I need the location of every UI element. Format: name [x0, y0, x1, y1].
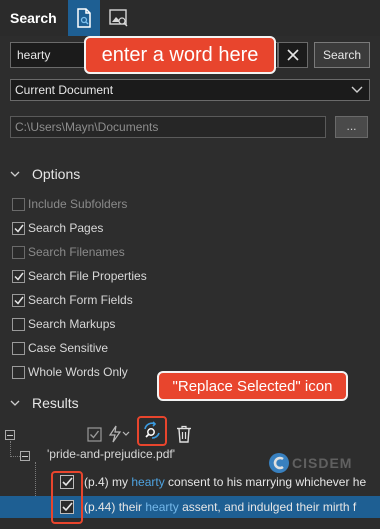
option-search-file-properties[interactable]: Search File Properties: [12, 267, 147, 285]
result-match: hearty: [131, 475, 165, 489]
panel-header: [0, 0, 380, 36]
result-text: (p.4) my hearty consent to his marrying …: [84, 475, 366, 489]
checkbox[interactable]: [12, 317, 25, 331]
result-page: (p.44): [84, 500, 116, 514]
result-before: my: [108, 475, 132, 489]
option-whole-words-only[interactable]: Whole Words Only: [12, 363, 128, 381]
cisdem-logo-icon: [269, 453, 289, 473]
checkbox-highlight-box: [51, 471, 83, 524]
collapse-all-toggle[interactable]: [5, 430, 15, 440]
result-after: consent to his marrying whichever he: [164, 475, 367, 489]
option-search-markups[interactable]: Search Markups: [12, 315, 115, 333]
checkbox[interactable]: [12, 221, 25, 235]
delete-results-button[interactable]: [174, 424, 194, 444]
results-heading-label: Results: [32, 395, 79, 411]
option-label: Search Markups: [28, 317, 116, 331]
checkbox[interactable]: [12, 341, 25, 355]
check-all-button[interactable]: [84, 424, 104, 444]
scope-select[interactable]: Current Document: [10, 79, 370, 101]
option-search-pages[interactable]: Search Pages: [12, 219, 103, 237]
document-search-icon: [77, 8, 91, 28]
checkmark-icon: [13, 224, 24, 233]
watermark-text: CISDEM: [292, 455, 353, 471]
checkbox[interactable]: [12, 293, 25, 307]
close-icon: [287, 49, 299, 61]
checkmark-icon: [13, 296, 24, 305]
option-label: Search Form Fields: [28, 293, 133, 307]
tab-image-search[interactable]: [108, 7, 130, 29]
results-heading[interactable]: Results: [10, 395, 79, 411]
chevron-down-icon: [351, 86, 363, 93]
result-after: assent, and indulged their mirth f: [178, 500, 357, 514]
option-include-subfolders[interactable]: Include Subfolders: [12, 195, 127, 213]
checkbox[interactable]: [12, 269, 25, 283]
options-heading[interactable]: Options: [10, 166, 80, 182]
checkbox[interactable]: [12, 245, 25, 259]
option-label: Case Sensitive: [28, 341, 109, 355]
option-label: Include Subfolders: [28, 197, 128, 211]
option-label: Search Pages: [28, 221, 104, 235]
panel-title: Search: [10, 10, 57, 26]
result-text: (p.44) their hearty assent, and indulged…: [84, 500, 356, 514]
result-before: their: [115, 500, 146, 514]
search-button[interactable]: Search: [314, 42, 370, 68]
callout-replace-selected: "Replace Selected" icon: [157, 371, 348, 401]
replace-options-button[interactable]: [107, 424, 133, 444]
trash-icon: [177, 425, 191, 443]
callout-enter-word: enter a word here: [84, 36, 276, 74]
folder-path-input[interactable]: C:\Users\Mayn\Documents: [10, 116, 326, 138]
replace-search-icon: [144, 421, 160, 439]
option-label: Search File Properties: [28, 269, 147, 283]
result-match: hearty: [145, 500, 179, 514]
tree-connector: [10, 441, 11, 457]
option-search-form-fields[interactable]: Search Form Fields: [12, 291, 133, 309]
lightning-dropdown-icon: [108, 425, 130, 443]
option-label: Whole Words Only: [28, 365, 128, 379]
checkbox[interactable]: [12, 365, 25, 379]
options-heading-label: Options: [32, 166, 81, 182]
replace-selected-button[interactable]: [137, 416, 167, 446]
clear-search-button[interactable]: [278, 42, 308, 68]
result-page: (p.4): [84, 475, 109, 489]
tab-document-search[interactable]: [68, 0, 100, 36]
browse-button[interactable]: ...: [335, 116, 368, 138]
scope-selected-value: Current Document: [15, 83, 114, 97]
checkmark-icon: [13, 272, 24, 281]
result-document-name[interactable]: 'pride-and-prejudice.pdf': [47, 447, 175, 461]
watermark: CISDEM: [268, 452, 352, 474]
checkbox-icon: [86, 426, 102, 442]
option-search-filenames[interactable]: Search Filenames: [12, 243, 125, 261]
document-collapse-toggle[interactable]: [20, 451, 30, 461]
option-label: Search Filenames: [28, 245, 125, 259]
checkbox[interactable]: [12, 197, 25, 211]
chevron-down-icon: [10, 400, 20, 406]
option-case-sensitive[interactable]: Case Sensitive: [12, 339, 108, 357]
image-search-icon: [109, 9, 128, 27]
tree-connector: [10, 456, 20, 457]
chevron-down-icon: [10, 171, 20, 177]
